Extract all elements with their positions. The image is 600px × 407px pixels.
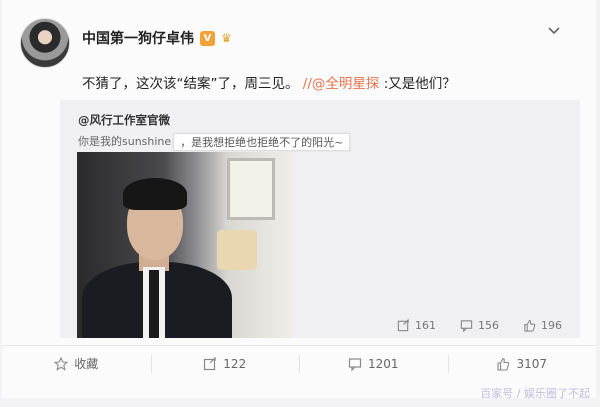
comment-icon xyxy=(460,320,473,332)
like-button[interactable]: 3107 xyxy=(447,346,597,381)
action-bar: 收藏 122 1201 3107 xyxy=(2,345,596,381)
author-info: 中国第一狗仔卓伟 V ♛ xyxy=(82,28,237,48)
watermark: 百家号 / 娱乐圈了不起 xyxy=(480,387,590,400)
photo-background-lamp xyxy=(217,230,257,270)
mention-link[interactable]: //@全明星探 xyxy=(303,76,380,92)
repost-comment-count: 156 xyxy=(478,319,499,332)
repost-author-link[interactable]: @风行工作室官微 xyxy=(78,112,170,128)
thumbs-up-icon xyxy=(497,357,510,371)
photo-hair xyxy=(123,178,187,210)
repost-text-part1: 你是我的sunshine xyxy=(78,135,172,148)
comment-count: 1201 xyxy=(367,356,399,371)
comment-icon xyxy=(348,357,362,371)
photo-tie xyxy=(149,270,159,338)
comment-button[interactable]: 1201 xyxy=(299,346,448,381)
favorite-button[interactable]: 收藏 xyxy=(2,346,151,381)
repost-stats: 161 156 196 xyxy=(397,319,562,332)
thumbs-up-icon xyxy=(524,319,536,332)
repost-text: 你是我的sunshine ，是我想拒绝也拒绝不了的阳光~ xyxy=(78,133,351,151)
author-name[interactable]: 中国第一狗仔卓伟 xyxy=(82,28,194,48)
repost-comment-stat[interactable]: 156 xyxy=(460,319,499,332)
forward-icon xyxy=(204,356,216,370)
like-count: 3107 xyxy=(516,356,548,371)
forward-icon xyxy=(397,319,409,332)
favorite-label: 收藏 xyxy=(74,357,99,371)
repost-forward-count: 161 xyxy=(415,319,436,332)
post-text-suffix: :又是他们？ xyxy=(383,76,456,92)
avatar[interactable] xyxy=(20,18,70,68)
reposted-content: @风行工作室官微 你是我的sunshine ，是我想拒绝也拒绝不了的阳光~ 16… xyxy=(60,100,580,338)
forward-count: 122 xyxy=(223,356,247,371)
repost-text-overlay: ，是我想拒绝也拒绝不了的阳光~ xyxy=(173,133,351,151)
chevron-down-icon[interactable] xyxy=(547,24,561,38)
weibo-post-card: 中国第一狗仔卓伟 V ♛ 不猜了，这次该“结案”了，周三见。 //@全明星探 :… xyxy=(2,0,596,398)
repost-forward-stat[interactable]: 161 xyxy=(397,319,436,332)
verified-icon: V xyxy=(200,30,215,46)
repost-like-count: 196 xyxy=(541,319,562,332)
post-header: 中国第一狗仔卓伟 V ♛ xyxy=(20,18,237,68)
repost-like-stat[interactable]: 196 xyxy=(523,319,562,332)
star-icon xyxy=(54,356,69,371)
forward-button[interactable]: 122 xyxy=(150,346,300,381)
photo-background-window xyxy=(227,158,275,220)
crown-icon: ♛ xyxy=(221,31,232,45)
post-text-prefix: 不猜了，这次该“结案”了，周三见。 xyxy=(82,76,299,92)
post-text: 不猜了，这次该“结案”了，周三见。 //@全明星探 :又是他们？ xyxy=(82,72,456,92)
post-photo[interactable] xyxy=(77,152,292,338)
